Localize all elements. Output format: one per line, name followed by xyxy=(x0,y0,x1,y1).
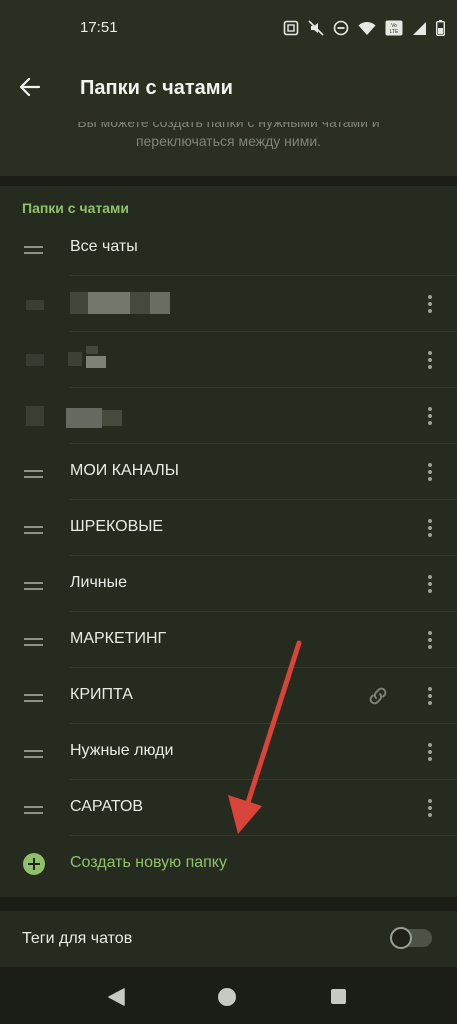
redacted-text xyxy=(70,292,88,314)
folder-row-saratov[interactable]: САРАТОВ xyxy=(0,780,457,836)
create-folder-button[interactable]: Создать новую папку xyxy=(0,836,457,892)
drag-handle-icon[interactable] xyxy=(24,638,43,646)
dnd-icon xyxy=(333,20,349,36)
app-bar: Папки с чатами xyxy=(0,56,457,122)
redacted-text xyxy=(130,292,150,314)
folder-menu-button[interactable] xyxy=(418,628,442,652)
drag-handle-icon[interactable] xyxy=(24,526,43,534)
folder-row-all-chats[interactable]: Все чаты xyxy=(0,220,457,276)
folder-menu-button[interactable] xyxy=(418,740,442,764)
folder-row-marketing[interactable]: МАРКЕТИНГ xyxy=(0,612,457,668)
link-icon xyxy=(366,684,390,713)
folder-row-personal[interactable]: Личные xyxy=(0,556,457,612)
page-title: Папки с чатами xyxy=(80,77,233,99)
status-icons: Vo LTE xyxy=(283,18,445,38)
create-folder-label: Создать новую папку xyxy=(70,854,227,871)
folder-menu-button[interactable] xyxy=(418,572,442,596)
redacted-handle xyxy=(26,300,44,310)
folder-menu-button[interactable] xyxy=(418,348,442,372)
tags-toggle[interactable] xyxy=(390,927,432,949)
intro-line-2: переключаться между ними. xyxy=(135,133,322,149)
section-divider xyxy=(0,897,457,911)
folder-label: КРИПТА xyxy=(70,686,133,703)
folder-row-redacted-2[interactable] xyxy=(0,332,457,388)
folder-menu-button[interactable] xyxy=(418,404,442,428)
plus-circle-icon xyxy=(23,853,45,875)
folder-label: САРАТОВ xyxy=(70,798,144,815)
folder-menu-button[interactable] xyxy=(418,516,442,540)
redacted-text xyxy=(88,292,130,314)
drag-handle-icon[interactable] xyxy=(24,246,43,254)
redacted-text xyxy=(66,408,102,428)
svg-text:LTE: LTE xyxy=(390,29,399,35)
folder-menu-button[interactable] xyxy=(418,292,442,316)
folder-label: ШРЕКОВЫЕ xyxy=(70,518,164,535)
drag-handle-icon[interactable] xyxy=(24,582,43,590)
section-divider xyxy=(0,176,457,186)
intro-description: Вы можете создать папки с нужными чатами… xyxy=(0,122,457,176)
redacted-text xyxy=(86,346,98,354)
redacted-text xyxy=(86,356,106,368)
drag-handle-icon[interactable] xyxy=(24,694,43,702)
folder-row-useful-people[interactable]: Нужные люди xyxy=(0,724,457,780)
folder-row-crypto[interactable]: КРИПТА xyxy=(0,668,457,724)
nav-home-icon[interactable] xyxy=(218,988,236,1006)
nfc-icon xyxy=(283,20,299,36)
folder-row-redacted-1[interactable] xyxy=(0,276,457,332)
drag-handle-icon[interactable] xyxy=(24,750,43,758)
folder-row-my-channels[interactable]: МОИ КАНАЛЫ xyxy=(0,444,457,500)
arrow-left-icon xyxy=(19,77,41,101)
nav-back-icon[interactable] xyxy=(108,988,125,1011)
tags-label: Теги для чатов xyxy=(22,930,133,947)
folder-row-redacted-3[interactable] xyxy=(0,388,457,444)
battery-icon xyxy=(436,20,445,36)
folder-label: МАРКЕТИНГ xyxy=(70,630,167,647)
wifi-icon xyxy=(358,21,376,36)
status-bar: 17:51 Vo LTE xyxy=(0,0,457,56)
folder-menu-button[interactable] xyxy=(418,796,442,820)
back-button[interactable] xyxy=(14,73,46,105)
redacted-text xyxy=(68,352,82,366)
drag-handle-icon[interactable] xyxy=(24,470,43,478)
redacted-handle xyxy=(26,406,44,426)
status-time: 17:51 xyxy=(80,19,118,36)
folder-menu-button[interactable] xyxy=(418,684,442,708)
tags-row[interactable]: Теги для чатов xyxy=(0,911,457,967)
volte-icon: Vo LTE xyxy=(385,20,403,36)
redacted-handle xyxy=(26,354,44,366)
section-header: Папки с чатами xyxy=(22,200,130,216)
folder-label: Нужные люди xyxy=(70,742,174,759)
signal-icon xyxy=(412,21,427,36)
drag-handle-icon[interactable] xyxy=(24,806,43,814)
system-nav-bar xyxy=(0,967,457,1024)
redacted-text xyxy=(150,292,170,314)
toggle-knob xyxy=(390,927,412,949)
folder-label: Личные xyxy=(70,574,128,591)
folder-label: Все чаты xyxy=(70,238,138,255)
intro-line-1: Вы можете создать папки с нужными чатами… xyxy=(77,122,380,130)
folder-label: МОИ КАНАЛЫ xyxy=(70,462,179,479)
folder-menu-button[interactable] xyxy=(418,460,442,484)
redacted-text xyxy=(102,410,122,426)
nav-recents-icon[interactable] xyxy=(331,989,346,1004)
mute-icon xyxy=(308,20,324,36)
folder-row-shrek[interactable]: ШРЕКОВЫЕ xyxy=(0,500,457,556)
folders-section: Папки с чатами Все чаты МОИ КАНАЛЫ ШРЕКО… xyxy=(0,186,457,897)
